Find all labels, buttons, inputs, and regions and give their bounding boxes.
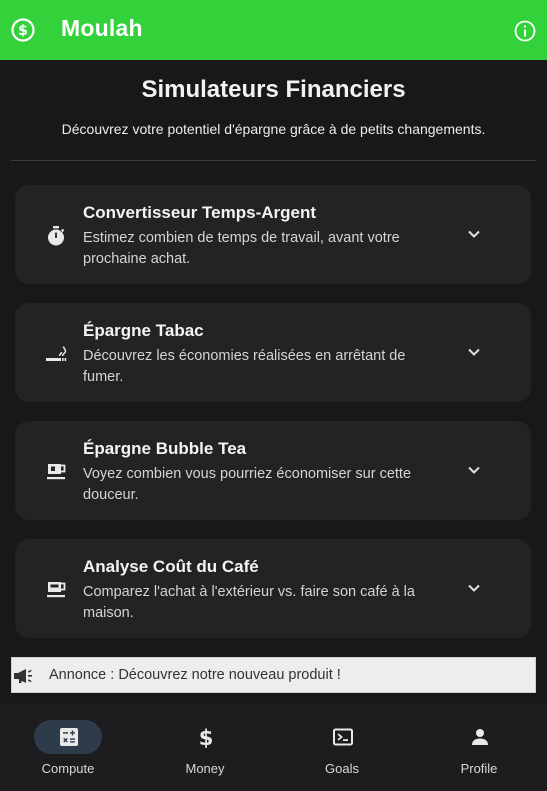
- announcement-banner[interactable]: Annonce : Découvrez notre nouveau produi…: [11, 657, 536, 693]
- chevron-down-icon[interactable]: [466, 226, 482, 242]
- megaphone-icon: [14, 669, 32, 683]
- card-description: Comparez l'achat à l'extérieur vs. faire…: [83, 584, 415, 621]
- nav-label: Money: [185, 761, 225, 776]
- app-title: Moulah: [61, 15, 143, 41]
- nav-label: Profile: [460, 761, 498, 776]
- nav-item-goals[interactable]: Goals: [274, 704, 410, 791]
- person-icon: [472, 729, 488, 745]
- card-title: Analyse Coût du Café: [83, 557, 259, 576]
- svg-text:$: $: [199, 726, 214, 748]
- divider: [11, 160, 536, 161]
- nav-item-compute[interactable]: Compute: [0, 704, 136, 791]
- nav-item-profile[interactable]: Profile: [411, 704, 547, 791]
- page-subtitle: Découvrez votre potentiel d'épargne grâc…: [61, 121, 486, 137]
- page-title: Simulateurs Financiers: [141, 76, 406, 103]
- simulator-card-bubble-tea[interactable]: Épargne Bubble Tea Voyez combien vous po…: [15, 421, 531, 520]
- svg-text:$: $: [18, 23, 28, 39]
- bottom-navigation: Compute $ Money Goals Profile: [0, 704, 547, 791]
- card-title: Épargne Bubble Tea: [83, 439, 247, 458]
- nav-item-money[interactable]: $ Money: [137, 704, 273, 791]
- card-title: Épargne Tabac: [83, 321, 204, 340]
- stopwatch-icon: [48, 226, 65, 246]
- card-description: Voyez combien vous pourriez économiser s…: [83, 466, 412, 503]
- app-bar: $ Moulah: [0, 0, 547, 60]
- dollar-icon: $: [199, 726, 214, 748]
- simulator-card-time-money[interactable]: Convertisseur Temps-Argent Estimez combi…: [15, 185, 531, 284]
- smoking-icon: [46, 346, 67, 361]
- card-description: Estimez combien de temps de travail, ava…: [83, 230, 400, 267]
- terminal-icon: [333, 728, 353, 746]
- info-icon[interactable]: [513, 19, 537, 43]
- cup-icon: [47, 464, 66, 480]
- nav-label: Compute: [41, 761, 95, 776]
- coffee-icon: [47, 582, 66, 598]
- chevron-down-icon[interactable]: [466, 344, 482, 360]
- chevron-down-icon[interactable]: [466, 462, 482, 478]
- simulator-card-coffee[interactable]: Analyse Coût du Café Comparez l'achat à …: [15, 539, 531, 638]
- nav-label: Goals: [325, 761, 359, 776]
- card-title: Convertisseur Temps-Argent: [83, 203, 317, 222]
- announcement-text: Annonce : Découvrez notre nouveau produi…: [49, 667, 341, 683]
- card-description: Découvrez les économies réalisées en arr…: [83, 348, 406, 385]
- chevron-down-icon[interactable]: [466, 580, 482, 596]
- calculator-icon: [60, 728, 78, 746]
- dollar-circle-icon[interactable]: $: [10, 17, 36, 43]
- simulator-card-tobacco[interactable]: Épargne Tabac Découvrez les économies ré…: [15, 303, 531, 402]
